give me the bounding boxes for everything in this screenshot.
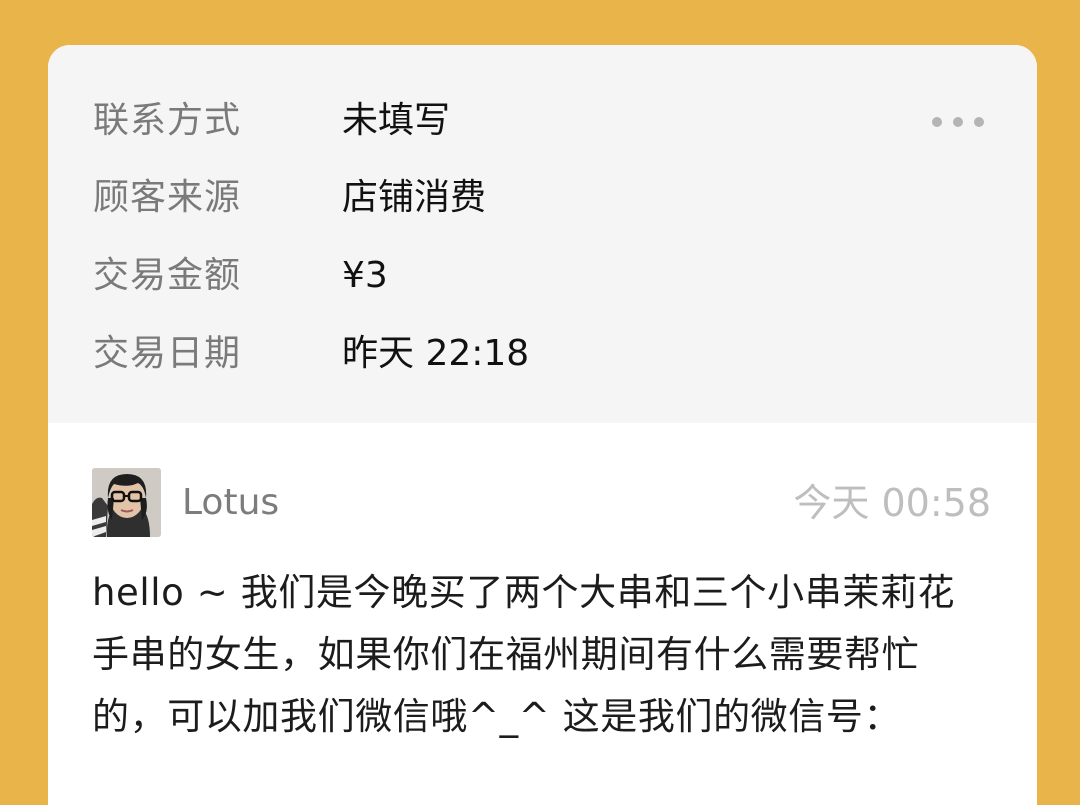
date-value: 昨天 22:18 <box>342 333 530 374</box>
avatar[interactable] <box>92 468 161 537</box>
contact-value: 未填写 <box>342 100 451 141</box>
source-value: 店铺消费 <box>342 177 487 218</box>
contact-label: 联系方式 <box>93 100 242 141</box>
info-row-amount: 交易金额 ¥3 <box>48 246 1037 306</box>
date-label: 交易日期 <box>93 333 242 374</box>
customer-info-panel: 联系方式 未填写 顾客来源 店铺消费 交易金额 ¥3 交易日期 昨天 22:18 <box>48 45 1037 423</box>
amount-value: ¥3 <box>342 255 388 296</box>
source-label: 顾客来源 <box>93 177 242 218</box>
amount-label: 交易金额 <box>93 255 242 296</box>
info-row-source: 顾客来源 店铺消费 <box>48 168 1037 228</box>
more-options-button[interactable] <box>928 109 988 135</box>
more-horizontal-icon-dot <box>974 117 984 127</box>
username[interactable]: Lotus <box>182 479 279 527</box>
message-line: 手串的女生，如果你们在福州期间有什么需要帮忙 <box>92 633 920 676</box>
more-horizontal-icon-dot <box>953 117 963 127</box>
more-horizontal-icon <box>932 117 942 127</box>
info-row-date: 交易日期 昨天 22:18 <box>48 324 1037 384</box>
info-row-contact: 联系方式 未填写 <box>48 91 1037 151</box>
message-line: 的，可以加我们微信哦^_^ 这是我们的微信号： <box>92 695 902 738</box>
message-timestamp: 今天 00:58 <box>793 481 991 525</box>
message-body: hello ~ 我们是今晚买了两个大串和三个小串茉莉花 手串的女生，如果你们在福… <box>92 562 992 748</box>
message-line: hello ~ 我们是今晚买了两个大串和三个小串茉莉花 <box>92 571 956 614</box>
message-item: Lotus 今天 00:58 hello ~ 我们是今晚买了两个大串和三个小串茉… <box>48 423 1037 805</box>
user-photo-avatar-icon <box>92 468 161 537</box>
customer-card: 联系方式 未填写 顾客来源 店铺消费 交易金额 ¥3 交易日期 昨天 22:18 <box>48 45 1037 805</box>
